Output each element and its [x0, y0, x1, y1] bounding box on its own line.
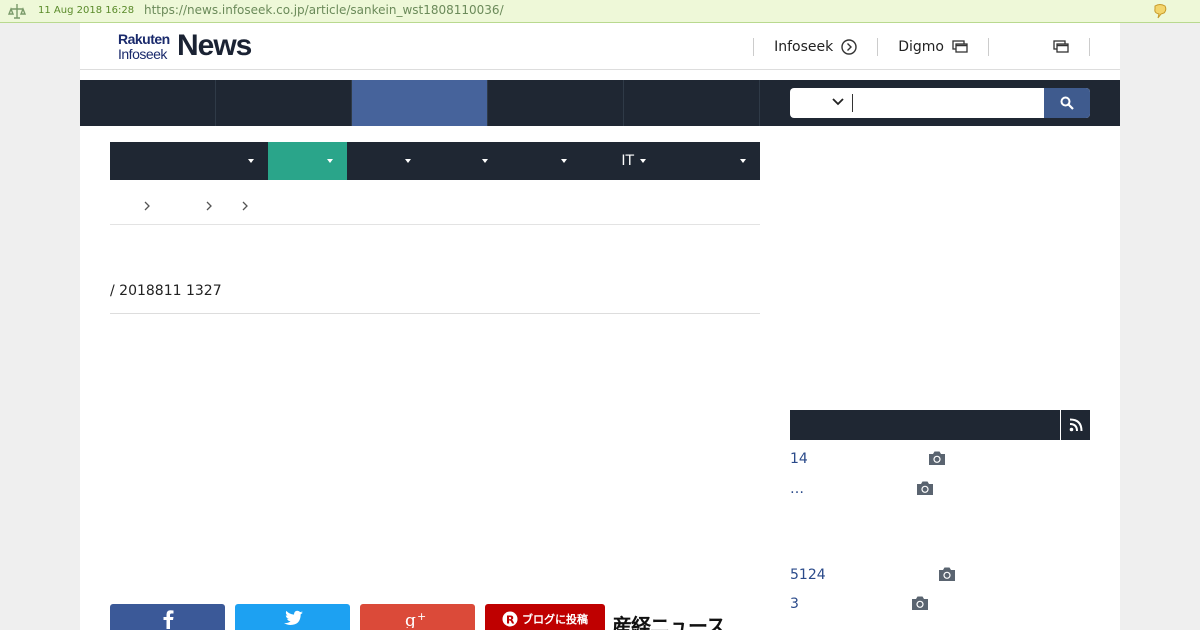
- logo-rakuten: Rakuten: [118, 31, 170, 47]
- page: Rakuten Infoseek News Infoseek Digmo IT …: [80, 23, 1120, 630]
- chevron-right-icon: [144, 201, 150, 211]
- category-bar: IT: [110, 142, 760, 180]
- category-label: IT: [621, 153, 634, 169]
- caret-down-icon: [327, 159, 333, 163]
- facebook-icon: [163, 610, 173, 629]
- category-item-2[interactable]: [268, 142, 347, 180]
- digmo-link-label: Digmo: [898, 39, 944, 55]
- archived-url[interactable]: https://news.infoseek.co.jp/article/sank…: [144, 3, 504, 17]
- external-link[interactable]: [989, 40, 1089, 54]
- speech-bubble-icon[interactable]: [1152, 3, 1168, 19]
- category-item-1[interactable]: [110, 142, 268, 180]
- logo-infoseek: Infoseek: [118, 46, 167, 62]
- rss-icon: [1069, 418, 1082, 432]
- divider: [1089, 38, 1090, 56]
- category-item-3[interactable]: [347, 142, 425, 180]
- main-nav-tab-1[interactable]: [80, 80, 216, 126]
- main-nav-tab-3[interactable]: [352, 80, 488, 126]
- rss-button[interactable]: [1060, 410, 1090, 440]
- category-item-4[interactable]: [425, 142, 502, 180]
- main-nav-tab-5[interactable]: [624, 80, 760, 126]
- caret-down-icon: [482, 159, 488, 163]
- header-links: Infoseek Digmo: [753, 35, 1090, 59]
- google-plus-share-button[interactable]: g +: [360, 604, 475, 630]
- svg-text:g: g: [405, 611, 416, 628]
- ranking-item[interactable]: 14: [790, 451, 945, 467]
- rakuten-r-icon: R: [502, 611, 518, 627]
- blog-post-label: ブログに投稿: [522, 613, 588, 626]
- archive-logo-icon[interactable]: [8, 3, 26, 19]
- search-scope-select[interactable]: [790, 88, 852, 118]
- ranking-item[interactable]: …: [790, 481, 933, 497]
- search-input[interactable]: [852, 94, 1042, 112]
- caret-down-icon: [248, 159, 254, 163]
- archive-toolbar: 11 Aug 2018 16:28 https://news.infoseek.…: [0, 0, 1200, 23]
- twitter-share-button[interactable]: [235, 604, 350, 630]
- caret-down-icon: [405, 159, 411, 163]
- article-source-date: / 2018811 1327: [110, 283, 222, 299]
- category-item-7[interactable]: [660, 142, 760, 180]
- google-plus-icon: g +: [405, 610, 426, 628]
- search-icon: [1060, 96, 1074, 110]
- ranking-header: [790, 410, 1090, 440]
- category-item-it[interactable]: IT: [581, 142, 660, 180]
- camera-icon: [939, 567, 955, 581]
- circle-arrow-icon: [841, 39, 857, 55]
- chevron-down-icon: [832, 98, 844, 106]
- ranking-item-text: 3: [790, 596, 799, 612]
- main-nav-tab-2[interactable]: [216, 80, 352, 126]
- capture-date: 11 Aug 2018 16:28: [38, 5, 135, 16]
- caret-down-icon: [640, 159, 646, 163]
- blog-post-button[interactable]: R ブログに投稿: [485, 604, 605, 630]
- svg-text:R: R: [506, 614, 515, 627]
- digmo-link[interactable]: Digmo: [878, 39, 988, 55]
- site-header: Rakuten Infoseek News Infoseek Digmo: [80, 23, 1120, 70]
- main-nav-tab-4[interactable]: [488, 80, 624, 126]
- sankei-news-logo[interactable]: 産経ニュース: [612, 610, 726, 630]
- camera-icon: [912, 596, 928, 610]
- infoseek-link[interactable]: Infoseek: [754, 39, 877, 55]
- chevron-right-icon: [242, 201, 248, 211]
- twitter-icon: [283, 610, 303, 625]
- search-box: [790, 88, 1090, 118]
- caret-down-icon: [561, 159, 567, 163]
- category-item-5[interactable]: [502, 142, 581, 180]
- search-button[interactable]: [1044, 88, 1090, 118]
- logo-news: News: [177, 29, 252, 62]
- main-nav: [80, 80, 1120, 126]
- windows-icon: [952, 40, 968, 53]
- divider: [110, 313, 760, 314]
- caret-down-icon: [740, 159, 746, 163]
- ranking-item[interactable]: 3: [790, 596, 928, 612]
- ranking-item-text: 14: [790, 451, 808, 467]
- breadcrumb: [110, 190, 760, 225]
- ranking-item-text: …: [790, 481, 804, 497]
- sankei-news-label: 産経ニュース: [612, 614, 726, 630]
- article-meta: / 2018811 1327: [110, 283, 222, 299]
- chevron-right-icon: [206, 201, 212, 211]
- site-logo[interactable]: Rakuten Infoseek News: [118, 29, 258, 65]
- facebook-share-button[interactable]: [110, 604, 225, 630]
- windows-icon: [1053, 40, 1069, 53]
- camera-icon: [917, 481, 933, 495]
- infoseek-link-label: Infoseek: [774, 39, 834, 55]
- ranking-item[interactable]: 5124: [790, 567, 955, 583]
- ranking-item-text: 5124: [790, 567, 826, 583]
- svg-text:+: +: [417, 610, 426, 623]
- camera-icon: [929, 451, 945, 465]
